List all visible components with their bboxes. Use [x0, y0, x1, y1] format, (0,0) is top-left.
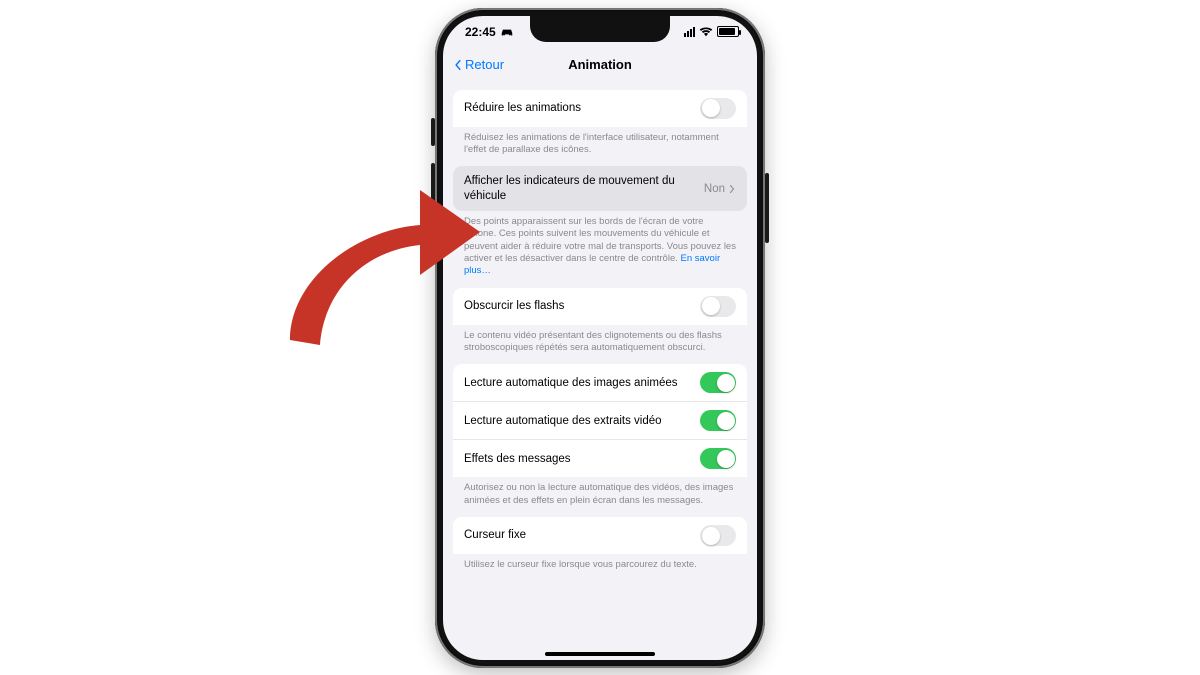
wifi-icon	[699, 27, 713, 37]
home-indicator[interactable]	[545, 652, 655, 656]
autoplay-previews-toggle[interactable]	[700, 410, 736, 431]
nav-bar: Retour Animation	[443, 48, 757, 82]
status-time: 22:45	[465, 25, 496, 39]
group-vehicle-cues: Afficher les indicateurs de mouvement du…	[453, 166, 747, 279]
message-effects-label: Effets des messages	[464, 452, 579, 466]
mute-switch	[431, 118, 435, 146]
volume-up-button	[431, 163, 435, 209]
reduce-motion-label: Réduire les animations	[464, 101, 589, 115]
reduce-motion-footer: Réduisez les animations de l'interface u…	[453, 127, 747, 159]
phone-frame: 22:45 Retour Animat	[435, 8, 765, 668]
fixed-cursor-label: Curseur fixe	[464, 528, 534, 542]
vehicle-cues-label: Afficher les indicateurs de mouvement du…	[464, 174, 696, 203]
fixed-cursor-toggle[interactable]	[700, 525, 736, 546]
vehicle-cues-footer: Des points apparaissent sur les bords de…	[453, 211, 747, 280]
back-label: Retour	[465, 57, 504, 72]
row-autoplay-previews[interactable]: Lecture automatique des extraits vidéo	[453, 401, 747, 439]
reduce-motion-toggle[interactable]	[700, 98, 736, 119]
notch	[530, 16, 670, 42]
group-fixed-cursor: Curseur fixe Utilisez le curseur fixe lo…	[453, 517, 747, 573]
chevron-left-icon	[453, 60, 463, 70]
screen: 22:45 Retour Animat	[443, 16, 757, 660]
settings-content[interactable]: Réduire les animations Réduisez les anim…	[443, 82, 757, 660]
group-autoplay: Lecture automatique des images animées L…	[453, 364, 747, 509]
row-vehicle-cues[interactable]: Afficher les indicateurs de mouvement du…	[453, 166, 747, 211]
autoplay-images-toggle[interactable]	[700, 372, 736, 393]
dim-flashing-label: Obscurcir les flashs	[464, 299, 572, 313]
dim-flashing-footer: Le contenu vidéo présentant des clignote…	[453, 325, 747, 357]
cell-signal-icon	[684, 27, 695, 37]
autoplay-previews-label: Lecture automatique des extraits vidéo	[464, 414, 670, 428]
chevron-right-icon	[728, 185, 736, 193]
volume-down-button	[431, 218, 435, 264]
fixed-cursor-footer: Utilisez le curseur fixe lorsque vous pa…	[453, 554, 747, 573]
row-reduce-motion[interactable]: Réduire les animations	[453, 90, 747, 127]
power-button	[765, 173, 769, 243]
carplay-icon	[500, 27, 514, 37]
page-title: Animation	[568, 57, 632, 72]
autoplay-images-label: Lecture automatique des images animées	[464, 376, 686, 390]
row-dim-flashing[interactable]: Obscurcir les flashs	[453, 288, 747, 325]
dim-flashing-toggle[interactable]	[700, 296, 736, 317]
row-message-effects[interactable]: Effets des messages	[453, 439, 747, 477]
row-fixed-cursor[interactable]: Curseur fixe	[453, 517, 747, 554]
group-reduce-motion: Réduire les animations Réduisez les anim…	[453, 90, 747, 159]
back-button[interactable]: Retour	[453, 48, 504, 82]
group-dim-flashing: Obscurcir les flashs Le contenu vidéo pr…	[453, 288, 747, 357]
battery-icon	[717, 26, 739, 37]
message-effects-toggle[interactable]	[700, 448, 736, 469]
vehicle-cues-value: Non	[704, 183, 725, 195]
row-autoplay-images[interactable]: Lecture automatique des images animées	[453, 364, 747, 401]
autoplay-footer: Autorisez ou non la lecture automatique …	[453, 477, 747, 509]
